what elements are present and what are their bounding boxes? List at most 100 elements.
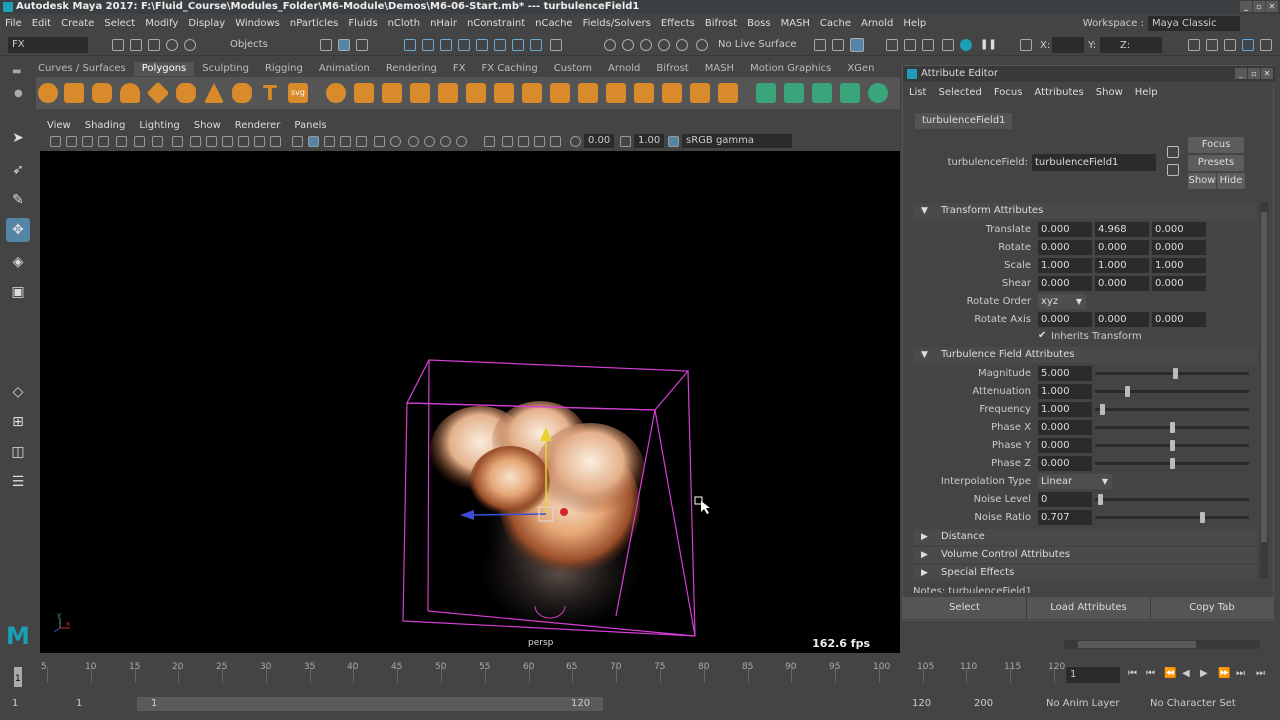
input-ops-icon[interactable] [814, 39, 826, 51]
turbulence-attributes-section[interactable]: ▼ Turbulence Field Attributes [913, 347, 1257, 363]
motion-blur-icon[interactable] [424, 136, 435, 147]
rotate-z-field[interactable]: 0.000 [1152, 240, 1206, 255]
menu-mash[interactable]: MASH [776, 15, 815, 32]
redo-icon[interactable] [184, 39, 196, 51]
menu-create[interactable]: Create [56, 15, 99, 32]
ae-scrollbar[interactable] [1260, 202, 1268, 578]
poly-text-icon[interactable]: T [260, 83, 280, 103]
gamma-icon[interactable] [620, 136, 631, 147]
ae-show-button[interactable]: Show [1188, 173, 1216, 189]
phase-z-slider-knob[interactable] [1170, 458, 1175, 469]
translate-x-field[interactable]: 0.000 [1038, 222, 1092, 237]
new-scene-icon[interactable] [112, 39, 124, 51]
snap-surface-icon[interactable] [476, 39, 488, 51]
uv-automatic-icon[interactable] [840, 83, 860, 103]
persp-outliner-layout-icon[interactable]: ◫ [6, 440, 30, 464]
isolate-select-icon[interactable] [484, 136, 495, 147]
step-back-frame-icon[interactable]: ⏪ [1164, 668, 1176, 679]
noise-level-slider-knob[interactable] [1098, 494, 1103, 505]
mirror-icon[interactable] [438, 83, 458, 103]
undo-icon[interactable] [166, 39, 178, 51]
shelf-tab-sculpting[interactable]: Sculpting [194, 62, 257, 76]
snap-curve-icon[interactable] [422, 39, 434, 51]
grid-icon[interactable] [172, 136, 183, 147]
shadows-icon[interactable] [390, 136, 401, 147]
phase-y-field[interactable]: 0.000 [1038, 438, 1092, 453]
extrude-icon[interactable] [522, 83, 542, 103]
select-component-icon[interactable] [356, 39, 368, 51]
persp-viewport[interactable]: y x persp 162.6 fps [40, 151, 900, 653]
scene-start-field[interactable]: 1 [8, 696, 68, 712]
rotate-tool-icon[interactable]: ◈ [6, 250, 30, 274]
paint-select-tool-icon[interactable]: ✎ [6, 188, 30, 212]
selection-mode-dropdown[interactable]: Objects [226, 37, 298, 53]
uv-editor-icon[interactable] [868, 83, 888, 103]
rotate-x-field[interactable]: 0.000 [1038, 240, 1092, 255]
scale-y-field[interactable]: 1.000 [1095, 258, 1149, 273]
ae-focus-button[interactable]: Focus [1188, 137, 1244, 153]
insert-edge-loop-icon[interactable] [718, 83, 738, 103]
move-tool-icon[interactable]: ✥ [6, 218, 30, 242]
single-perspective-layout-icon[interactable]: ◇ [6, 380, 30, 404]
viewport-hscrollbar-thumb[interactable] [1078, 641, 1196, 648]
attenuation-slider-knob[interactable] [1125, 386, 1130, 397]
arnold-render-icon[interactable] [960, 39, 972, 51]
scale-x-field[interactable]: 1.000 [1038, 258, 1092, 273]
shelf-tab-xgen[interactable]: XGen [839, 62, 882, 76]
uv-planar-icon[interactable] [756, 83, 776, 103]
menu-fluids[interactable]: Fluids [343, 15, 382, 32]
noise-ratio-field[interactable]: 0.707 [1038, 510, 1092, 525]
go-to-end-icon[interactable]: ⏭ [1256, 668, 1265, 679]
ae-close-icon[interactable]: ✕ [1261, 68, 1273, 79]
ipr-render-icon[interactable] [904, 39, 916, 51]
symmetry-icon[interactable] [604, 39, 616, 51]
rotate-axis-x-field[interactable]: 0.000 [1038, 312, 1092, 327]
volume-control-section[interactable]: ▶ Volume Control Attributes [913, 547, 1257, 563]
pause-icon[interactable]: ❚❚ [980, 39, 997, 51]
translate-z-field[interactable]: 0.000 [1152, 222, 1206, 237]
character-set-dropdown[interactable]: No Character Set [1146, 696, 1246, 712]
interpolation-type-dropdown[interactable]: Linear ▼ [1038, 474, 1112, 489]
attenuation-field[interactable]: 1.000 [1038, 384, 1092, 399]
workspace-dropdown[interactable]: Maya Classic [1148, 16, 1240, 31]
attribute-editor-toggle-icon[interactable] [1224, 39, 1236, 51]
menu-ncache[interactable]: nCache [530, 15, 577, 32]
rotate-axis-y-field[interactable]: 0.000 [1095, 312, 1149, 327]
lock-icon[interactable] [530, 39, 542, 51]
shelf-tab-polygons[interactable]: Polygons [133, 62, 195, 76]
transform-attributes-section[interactable]: ▼ Transform Attributes [913, 203, 1257, 219]
select-object-icon[interactable] [338, 39, 350, 51]
play-forward-icon[interactable]: ▶ [1200, 668, 1208, 679]
rotate-order-dropdown[interactable]: xyz ▼ [1038, 294, 1086, 309]
menu-modify[interactable]: Modify [140, 15, 183, 32]
channel-box-icon[interactable] [1260, 39, 1272, 51]
exposure-icon[interactable] [570, 136, 581, 147]
ae-maximize-icon[interactable]: ▫ [1248, 68, 1260, 79]
ae-menu-focus[interactable]: Focus [988, 84, 1029, 101]
menu-help[interactable]: Help [898, 15, 931, 32]
four-view-layout-icon[interactable]: ⊞ [6, 410, 30, 434]
x-field[interactable] [1052, 37, 1084, 53]
noise-level-field[interactable]: 0 [1038, 492, 1092, 507]
step-forward-frame-icon[interactable]: ⏩ [1218, 668, 1230, 679]
merge-icon[interactable] [606, 83, 626, 103]
maximize-icon[interactable]: ▫ [1253, 1, 1265, 12]
shelf-tab-animation[interactable]: Animation [311, 62, 378, 76]
node-name-field[interactable]: turbulenceField1 [1032, 154, 1156, 171]
render-frame-icon[interactable] [886, 39, 898, 51]
image-plane-icon[interactable] [98, 136, 109, 147]
snap-view-plane-icon[interactable] [458, 39, 470, 51]
booleans-icon[interactable] [466, 83, 486, 103]
hypershade-icon[interactable] [942, 39, 954, 51]
output-connection-icon[interactable] [1167, 164, 1179, 176]
shelf-tab-motion-graphics[interactable]: Motion Graphics [742, 62, 839, 76]
ae-menu-list[interactable]: List [903, 84, 932, 101]
camera-select-icon[interactable] [50, 136, 61, 147]
panel-menu-view[interactable]: View [40, 118, 78, 133]
viewport-hscrollbar[interactable] [1064, 640, 1260, 649]
scale-tool-icon[interactable]: ▣ [6, 280, 30, 304]
rotate-y-field[interactable]: 0.000 [1095, 240, 1149, 255]
extract-icon[interactable] [410, 83, 430, 103]
screen-space-ao-icon[interactable] [408, 136, 419, 147]
soft-select-icon[interactable] [658, 39, 670, 51]
